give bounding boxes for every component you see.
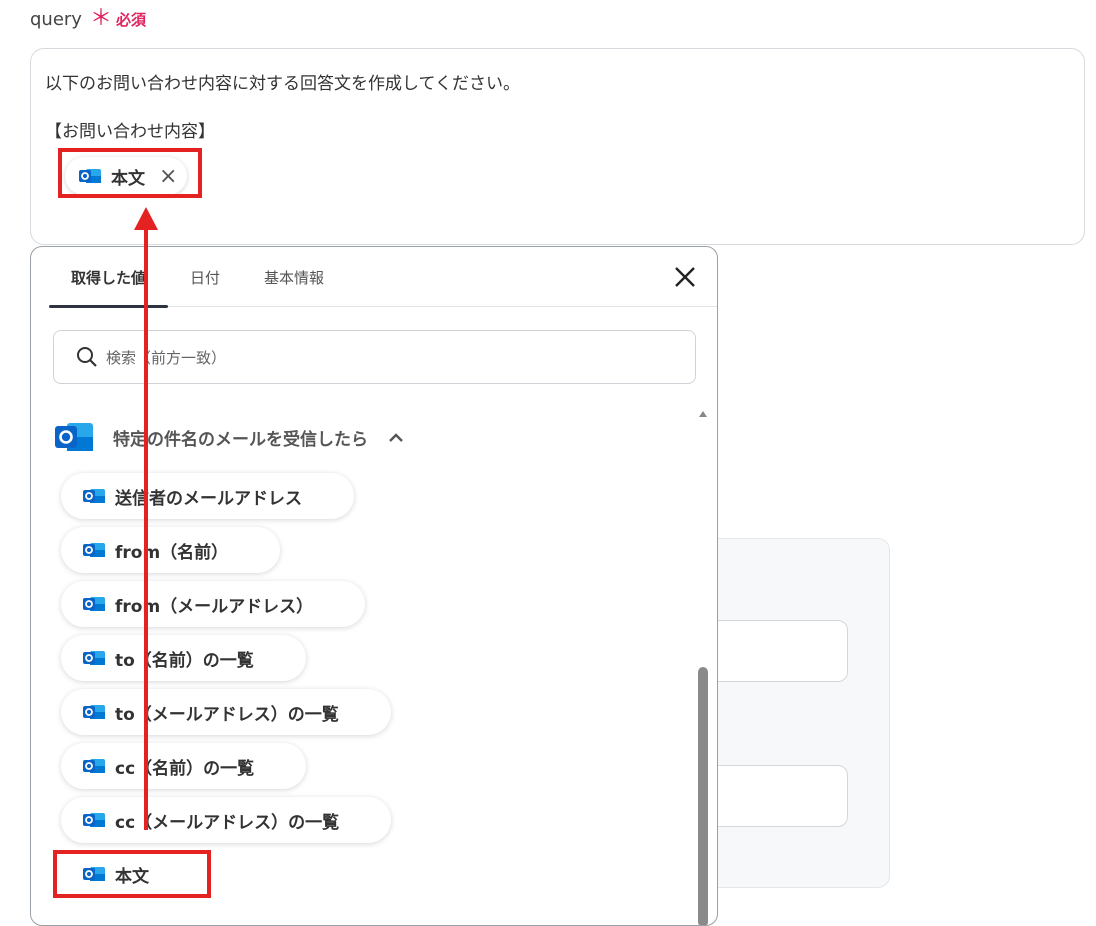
group-header[interactable]: 特定の件名のメールを受信したら	[55, 419, 404, 455]
list-item-label: 送信者のメールアドレス	[115, 488, 302, 509]
field-label: query ＊ 必須	[30, 8, 146, 30]
tab-basic-info[interactable]: 基本情報	[242, 247, 346, 307]
outlook-icon	[83, 759, 105, 773]
list-item[interactable]: cc（名前）の一覧	[61, 743, 307, 789]
required-asterisk: ＊	[89, 6, 112, 31]
chevron-up-icon[interactable]	[388, 431, 404, 443]
list-item-label: to（名前）の一覧	[115, 650, 254, 671]
list-item[interactable]: 送信者のメールアドレス	[61, 473, 354, 519]
outlook-icon	[83, 543, 105, 557]
list-item[interactable]: to（メールアドレス）の一覧	[61, 689, 391, 735]
close-icon[interactable]	[671, 263, 699, 291]
query-text-line1: 以下のお問い合わせ内容に対する回答文を作成してください。	[45, 74, 520, 94]
required-badge: 必須	[115, 10, 146, 29]
outlook-icon	[83, 705, 105, 719]
tab-bar: 取得した値 日付 基本情報	[49, 247, 717, 308]
query-text-line2: 【お問い合わせ内容】	[45, 122, 215, 142]
list-item[interactable]: cc（メールアドレス）の一覧	[61, 797, 392, 843]
list-item[interactable]: to（名前）の一覧	[61, 635, 306, 681]
outlook-icon	[83, 813, 105, 827]
outlook-icon	[83, 597, 105, 611]
scroll-thumb[interactable]	[698, 667, 708, 925]
list-item[interactable]: from（名前）	[61, 527, 281, 573]
group-title: 特定の件名のメールを受信したら	[113, 429, 368, 450]
value-picker-dropdown: 取得した値 日付 基本情報 検索（前方一致） 特定の件名のメールを受信したら 送…	[30, 246, 718, 926]
background-panel	[700, 538, 890, 888]
background-input-1	[700, 620, 848, 682]
query-textarea[interactable]: 以下のお問い合わせ内容に対する回答文を作成してください。 【お問い合わせ内容】 …	[30, 48, 1085, 245]
outlook-icon	[83, 651, 105, 665]
outlook-icon	[83, 489, 105, 503]
list-item[interactable]: from（メールアドレス）	[61, 581, 366, 627]
scrollbar[interactable]	[696, 407, 710, 925]
search-input[interactable]: 検索（前方一致）	[53, 330, 696, 384]
list-item-label: from（メールアドレス）	[115, 596, 314, 617]
highlight-box-list-item	[53, 850, 211, 898]
highlight-box-chip	[58, 148, 202, 198]
list-item-label: from（名前）	[115, 542, 229, 563]
tab-retrieved-values[interactable]: 取得した値	[49, 247, 169, 308]
search-icon	[77, 347, 97, 367]
list-item-label: to（メールアドレス）の一覧	[115, 704, 339, 725]
background-input-2	[700, 765, 848, 827]
field-name: query	[30, 8, 82, 30]
outlook-icon	[55, 423, 93, 451]
tab-date[interactable]: 日付	[168, 247, 242, 307]
list-item-label: cc（メールアドレス）の一覧	[115, 812, 340, 833]
list-item-label: cc（名前）の一覧	[115, 758, 255, 779]
search-placeholder: 検索（前方一致）	[106, 348, 227, 367]
scroll-up-arrow[interactable]	[699, 411, 707, 417]
